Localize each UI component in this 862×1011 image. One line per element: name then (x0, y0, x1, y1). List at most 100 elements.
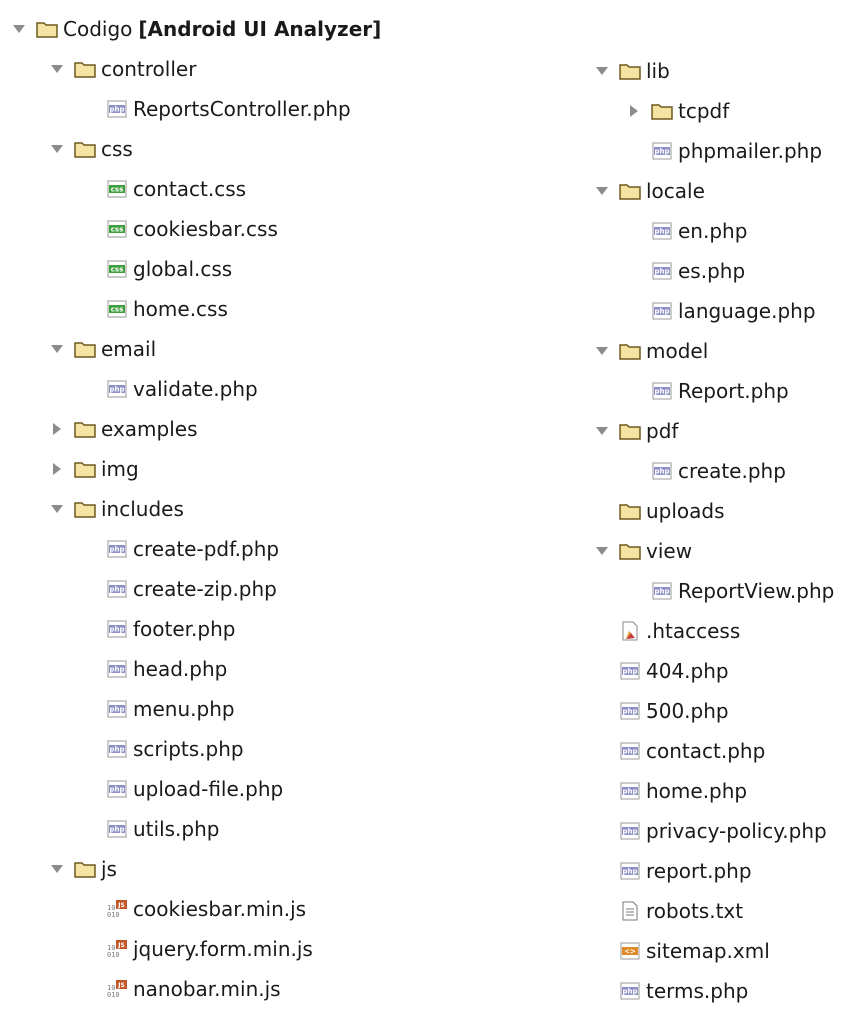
tree-file-row[interactable]: css contact.css (78, 169, 246, 209)
tree-folder-row[interactable]: uploads (591, 491, 725, 531)
expand-arrow-icon[interactable] (46, 858, 68, 880)
tree-folder-row[interactable]: tcpdf (623, 91, 729, 131)
folder-icon (619, 421, 641, 441)
tree-folder-row[interactable]: img (46, 449, 139, 489)
tree-item-label: ReportView.php (678, 579, 835, 603)
tree-item-label: locale (646, 179, 705, 203)
svg-text:php: php (109, 826, 124, 834)
collapse-arrow-icon[interactable] (623, 100, 645, 122)
tree-file-row[interactable]: php create.php (623, 451, 786, 491)
tree-file-row[interactable]: php en.php (623, 211, 747, 251)
tree-file-row[interactable]: php create-pdf.php (78, 529, 279, 569)
tree-file-row[interactable]: php home.php (591, 771, 747, 811)
php-file-icon: php (619, 981, 641, 1001)
tree-item-label: menu.php (133, 697, 235, 721)
svg-text:php: php (622, 788, 637, 796)
expand-arrow-icon[interactable] (46, 498, 68, 520)
tree-item-label: lib (646, 59, 670, 83)
folder-icon (619, 541, 641, 561)
tree-item-label: home.php (646, 779, 748, 803)
tree-folder-row[interactable]: includes (46, 489, 184, 529)
tree-file-row[interactable]: php scripts.php (78, 729, 244, 769)
expand-arrow-icon[interactable] (591, 180, 613, 202)
tree-root-codigo[interactable]: Codigo [Android UI Analyzer] (0, 9, 381, 49)
tree-file-row[interactable]: .htaccess (591, 611, 740, 651)
tree-folder-row[interactable]: examples (46, 409, 198, 449)
tree-folder-row[interactable]: view (591, 531, 692, 571)
expand-arrow-icon[interactable] (46, 338, 68, 360)
expand-arrow-icon[interactable] (591, 540, 613, 562)
tree-file-row[interactable]: 10 010 JS nanobar.min.js (78, 969, 281, 1009)
php-file-icon: php (651, 141, 673, 161)
expand-arrow-icon[interactable] (591, 60, 613, 82)
tree-file-row[interactable]: php language.php (623, 291, 816, 331)
php-file-icon: php (619, 741, 641, 761)
tree-file-row[interactable]: php ReportsController.php (78, 89, 351, 129)
tree-folder-row[interactable]: controller (46, 49, 196, 89)
svg-text:php: php (654, 148, 669, 156)
tree-file-row[interactable]: php utils.php (78, 809, 219, 849)
folder-icon (74, 419, 96, 439)
tree-file-row[interactable]: 10 010 JS cookiesbar.min.js (78, 889, 306, 929)
svg-text:php: php (622, 988, 637, 996)
folder-icon (74, 339, 96, 359)
expand-arrow-icon[interactable] (46, 138, 68, 160)
tree-file-row[interactable]: css global.css (78, 249, 232, 289)
tree-file-row[interactable]: php ReportView.php (623, 571, 834, 611)
tree-file-row[interactable]: php privacy-policy.php (591, 811, 827, 851)
tree-item-label: tcpdf (678, 99, 730, 123)
tree-file-row[interactable]: php Report.php (623, 371, 789, 411)
tree-file-row[interactable]: php report.php (591, 851, 752, 891)
tree-item-label: controller (101, 57, 197, 81)
tree-file-row[interactable]: <> sitemap.xml (591, 931, 770, 971)
tree-file-row[interactable]: php phpmailer.php (623, 131, 822, 171)
tree-item-label: terms.php (646, 979, 749, 1003)
tree-file-row[interactable]: robots.txt (591, 891, 743, 931)
expand-arrow-icon[interactable] (591, 420, 613, 442)
tree-file-row[interactable]: php contact.php (591, 731, 765, 771)
tree-folder-row[interactable]: css (46, 129, 133, 169)
tree-file-row[interactable]: php 404.php (591, 651, 729, 691)
collapse-arrow-icon[interactable] (46, 458, 68, 480)
tree-folder-row[interactable]: js (46, 849, 117, 889)
tree-file-row[interactable]: css home.css (78, 289, 228, 329)
tree-file-row[interactable]: php validate.php (78, 369, 258, 409)
tree-folder-row[interactable]: model (591, 331, 708, 371)
php-file-icon: php (619, 781, 641, 801)
tree-folder-row[interactable]: email (46, 329, 156, 369)
tree-item-label: model (646, 339, 709, 363)
tree-file-row[interactable]: php 500.php (591, 691, 729, 731)
expand-arrow-icon[interactable] (46, 58, 68, 80)
tree-item-label: head.php (133, 657, 228, 681)
tree-file-row[interactable]: 10 010 JS jquery.form.min.js (78, 929, 313, 969)
svg-text:php: php (654, 388, 669, 396)
tree-folder-row[interactable]: locale (591, 171, 705, 211)
tree-item-label: 500.php (646, 699, 729, 723)
tree-file-row[interactable]: php upload-file.php (78, 769, 283, 809)
tree-file-row[interactable]: php menu.php (78, 689, 235, 729)
svg-text:010: 010 (107, 951, 120, 959)
tree-folder-row[interactable]: lib (591, 51, 670, 91)
svg-text:<>: <> (624, 948, 636, 956)
tree-file-row[interactable]: php es.php (623, 251, 745, 291)
tree-folder-row[interactable]: pdf (591, 411, 678, 451)
expand-arrow-icon[interactable] (8, 18, 30, 40)
tree-file-row[interactable]: css cookiesbar.css (78, 209, 278, 249)
tree-file-row[interactable]: php terms.php (591, 971, 748, 1011)
tree-file-row[interactable]: php create-zip.php (78, 569, 277, 609)
expand-arrow-icon[interactable] (591, 340, 613, 362)
collapse-arrow-icon[interactable] (46, 418, 68, 440)
folder-icon (619, 61, 641, 81)
tree-file-row[interactable]: php head.php (78, 649, 227, 689)
tree-file-row[interactable]: php footer.php (78, 609, 235, 649)
